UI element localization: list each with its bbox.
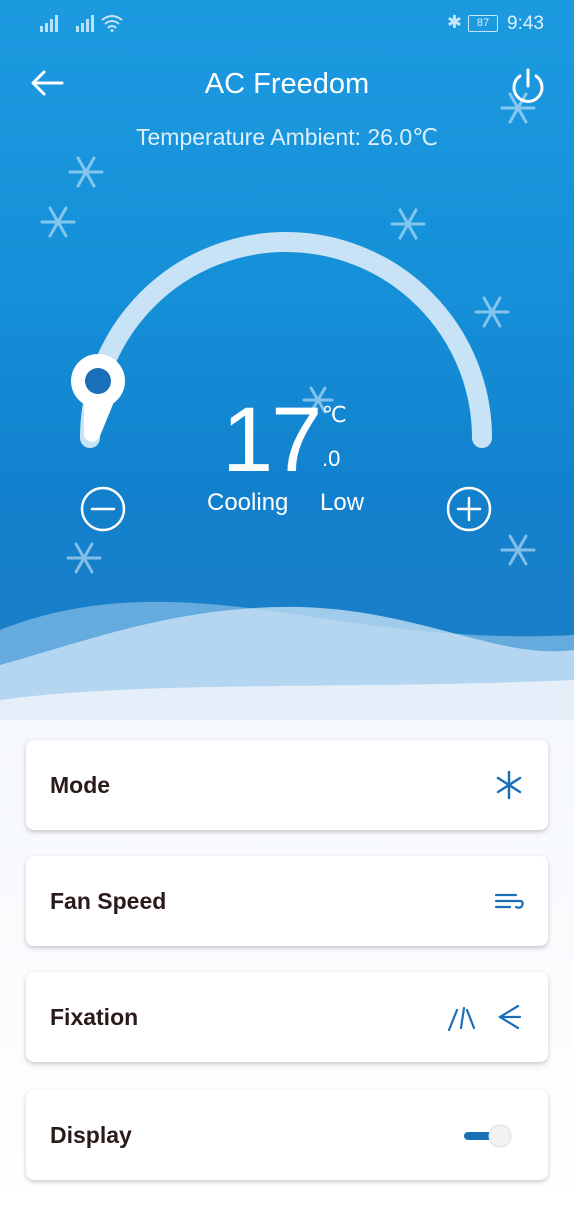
signal-icon	[76, 15, 94, 32]
wind-icon	[494, 893, 524, 909]
display-label: Display	[50, 1122, 132, 1148]
display-card[interactable]: Display	[26, 1090, 548, 1180]
fixation-label: Fixation	[50, 1004, 139, 1030]
status-time: 9:43	[507, 13, 544, 34]
status-bar: ✱ 87 9:43	[0, 0, 574, 48]
fixation-card[interactable]: Fixation	[26, 972, 548, 1062]
signal-icon	[40, 15, 58, 32]
temperature-unit: ℃	[322, 402, 347, 427]
current-mode: Cooling	[207, 489, 289, 516]
vertical-swing-icon[interactable]	[444, 1000, 478, 1034]
mode-card[interactable]: Mode	[26, 740, 548, 830]
page-title: AC Freedom	[204, 68, 370, 100]
ambient-temperature: Temperature Ambient: 26.0℃	[136, 124, 438, 150]
current-fan-speed: Low	[320, 489, 365, 516]
battery-indicator: 87	[468, 15, 498, 32]
fan-speed-label: Fan Speed	[50, 888, 167, 914]
mode-label: Mode	[50, 772, 111, 798]
decrease-temperature-button[interactable]	[80, 486, 126, 532]
temperature-decimal: .0	[322, 446, 341, 471]
set-temperature: 17	[222, 389, 322, 491]
bluetooth-icon: ✱	[446, 12, 462, 32]
temperature-dial-handle[interactable]	[71, 354, 125, 442]
hero-panel: ✱ 87 9:43 AC Freedom Temperature Ambient…	[0, 0, 574, 720]
display-toggle[interactable]	[460, 1122, 516, 1150]
increase-temperature-button[interactable]	[446, 486, 492, 532]
background-art	[0, 92, 574, 720]
power-icon[interactable]	[508, 66, 548, 106]
snowflake-icon	[496, 770, 522, 800]
fan-speed-card[interactable]: Fan Speed	[26, 856, 548, 946]
wifi-icon	[101, 15, 123, 32]
horizontal-swing-icon[interactable]	[492, 1000, 526, 1034]
